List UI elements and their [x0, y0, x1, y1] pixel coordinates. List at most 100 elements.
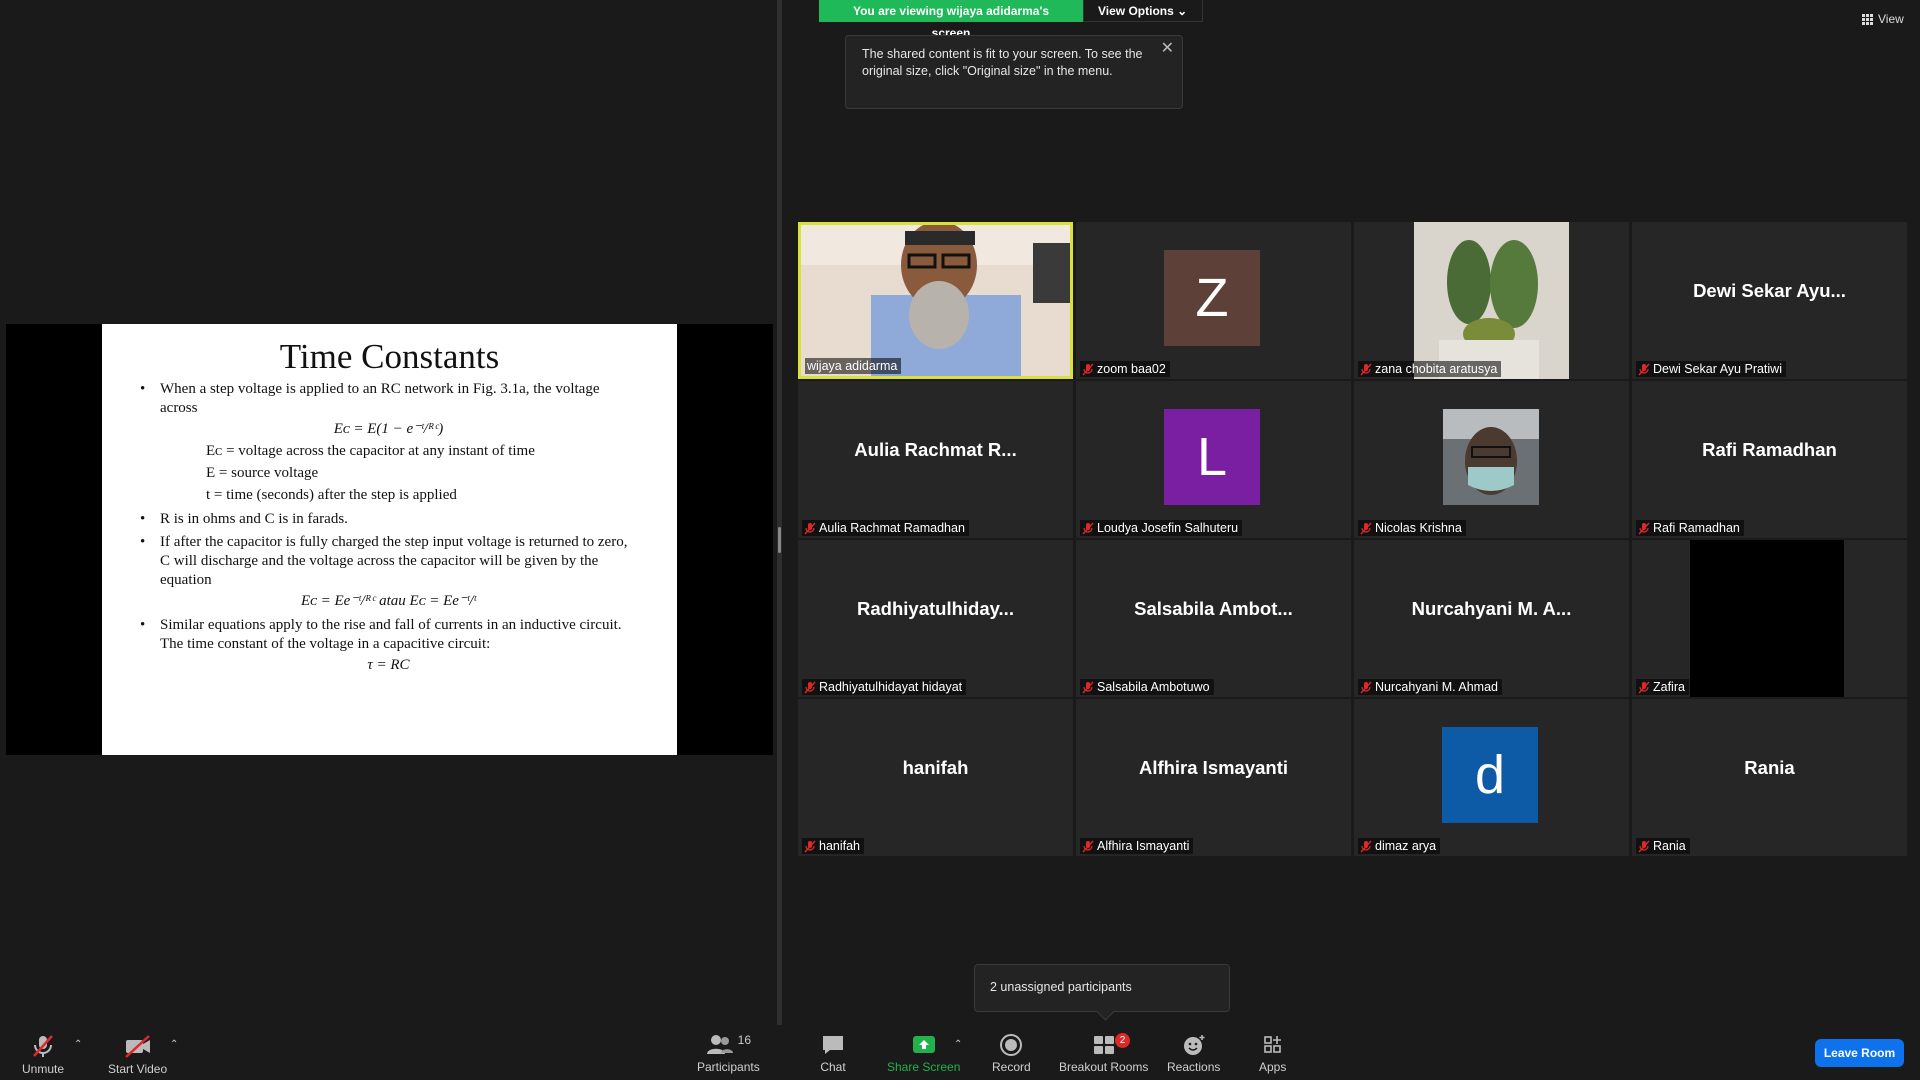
shared-screen-area: Time Constants When a step voltage is ap… — [0, 0, 777, 1025]
viewing-banner: You are viewing wijaya adidarma's screen… — [819, 0, 1203, 40]
participant-tile[interactable]: hanifah hanifah — [798, 699, 1073, 856]
mic-muted-icon — [804, 522, 816, 534]
gallery-view: wijaya adidarma Zzoom baa02 zana chobita a… — [798, 222, 1908, 856]
participant-display-name: Salsabila Ambot... — [1134, 598, 1293, 619]
participant-name: Nurcahyani M. Ahmad — [1375, 680, 1498, 694]
participant-name: hanifah — [819, 839, 861, 853]
share-screen-label: Share Screen — [887, 1060, 961, 1074]
chat-button[interactable]: Chat — [820, 1033, 846, 1074]
apps-button[interactable]: Apps — [1259, 1033, 1286, 1074]
participant-display-name: Rafi Ramadhan — [1702, 439, 1837, 460]
participant-video — [1354, 222, 1629, 379]
reactions-button[interactable]: Reactions — [1167, 1033, 1220, 1074]
participant-name-label: Rania — [1636, 838, 1690, 854]
participant-name-label: Loudya Josefin Salhuteru — [1080, 520, 1243, 536]
participant-tile[interactable]: Alfhira Ismayanti Alfhira Ismayanti — [1076, 699, 1351, 856]
mic-muted-icon — [804, 681, 816, 693]
participant-name-label: Dewi Sekar Ayu Pratiwi — [1636, 361, 1786, 377]
participant-tile[interactable]: Radhiyatulhiday... Radhiyatulhidayat hida… — [798, 540, 1073, 697]
mic-muted-icon — [33, 1035, 53, 1057]
view-button[interactable]: View — [1862, 12, 1904, 26]
participant-name: Zafira — [1653, 680, 1685, 694]
participant-name: Loudya Josefin Salhuteru — [1097, 521, 1239, 535]
start-video-label: Start Video — [108, 1062, 168, 1076]
participant-tile[interactable]: d dimaz arya — [1354, 699, 1629, 856]
participant-avatar: L — [1164, 409, 1260, 505]
participant-avatar: d — [1442, 727, 1538, 823]
participant-name: Nicolas Krishna — [1375, 521, 1462, 535]
participant-video — [1354, 381, 1629, 538]
participant-tile[interactable]: Nurcahyani M. A... Nurcahyani M. Ahmad — [1354, 540, 1629, 697]
video-off-icon — [124, 1035, 150, 1058]
participants-icon — [706, 1035, 733, 1054]
participants-button[interactable]: 16 Participants — [697, 1033, 760, 1074]
chat-icon — [823, 1036, 843, 1054]
participant-tile[interactable]: L Loudya Josefin Salhuteru — [1076, 381, 1351, 538]
mic-muted-icon — [1082, 522, 1094, 534]
participant-name: Radhiyatulhidayat hidayat — [819, 680, 963, 694]
shared-slide-frame: Time Constants When a step voltage is ap… — [6, 324, 773, 755]
slide-bullet-4: Similar equations apply to the rise and … — [140, 616, 637, 654]
participant-tile[interactable]: Rania Rania — [1632, 699, 1907, 856]
participant-tile[interactable]: wijaya adidarma — [798, 222, 1073, 379]
chevron-up-icon[interactable]: ⌃ — [170, 1039, 178, 1050]
apps-label: Apps — [1259, 1060, 1287, 1074]
breakout-rooms-button[interactable]: Breakout Rooms — [1059, 1033, 1148, 1074]
participant-name: wijaya adidarma — [807, 359, 898, 373]
participant-display-name: Nurcahyani M. A... — [1411, 598, 1572, 619]
participant-tile[interactable]: Dewi Sekar Ayu... Dewi Sekar Ayu Pratiwi — [1632, 222, 1907, 379]
meeting-toolbar: Unmute ⌃ Start Video ⌃ 16 Participants C… — [0, 1025, 1920, 1080]
participant-tile[interactable]: Rafi Ramadhan Rafi Ramadhan — [1632, 381, 1907, 538]
grid-view-icon — [1862, 13, 1873, 25]
participant-name: Salsabila Ambotuwo — [1097, 680, 1210, 694]
tooltip-text: The shared content is fit to your screen… — [862, 47, 1143, 78]
zoom-meeting-window: Time Constants When a step voltage is ap… — [0, 0, 1920, 1080]
breakout-rooms-icon — [1093, 1036, 1114, 1054]
participant-tile[interactable]: Salsabila Ambot... Salsabila Ambotuwo — [1076, 540, 1351, 697]
start-video-button[interactable]: Start Video — [108, 1033, 167, 1076]
unmute-label: Unmute — [22, 1062, 65, 1076]
participant-name-label: wijaya adidarma — [805, 358, 902, 374]
breakout-rooms-label: Breakout Rooms — [1059, 1060, 1149, 1074]
mic-muted-icon — [1638, 840, 1650, 852]
participant-name-label: Salsabila Ambotuwo — [1080, 679, 1214, 695]
close-icon[interactable]: ✕ — [1161, 40, 1174, 57]
participant-tile[interactable]: Zzoom baa02 — [1076, 222, 1351, 379]
slide-title: Time Constants — [279, 337, 500, 376]
slide-equation-3: τ = RC — [367, 657, 410, 673]
mic-muted-icon — [1638, 681, 1650, 693]
participant-tile[interactable]: Aulia Rachmat R... Aulia Rachmat Ramadhan — [798, 381, 1073, 538]
viewing-screen-label: You are viewing wijaya adidarma's screen — [819, 0, 1083, 40]
participant-name-label: Alfhira Ismayanti — [1080, 838, 1194, 854]
participant-name: Rafi Ramadhan — [1653, 521, 1740, 535]
participant-name-label: Zafira — [1636, 679, 1689, 695]
participant-tile[interactable]: Zafira — [1632, 540, 1907, 697]
mic-muted-icon — [1360, 522, 1372, 534]
chevron-up-icon[interactable]: ⌃ — [74, 1039, 82, 1050]
record-label: Record — [992, 1060, 1031, 1074]
participant-tile[interactable]: zana chobita aratusya — [1354, 222, 1629, 379]
leave-room-button[interactable]: Leave Room — [1815, 1039, 1904, 1067]
participant-display-name: Alfhira Ismayanti — [1138, 757, 1289, 778]
record-button[interactable]: Record — [992, 1033, 1031, 1074]
participant-name-label: Nicolas Krishna — [1358, 520, 1466, 536]
participant-display-name: hanifah — [902, 757, 969, 778]
participants-count: 16 — [737, 1033, 752, 1047]
participant-display-name: Radhiyatulhiday... — [857, 598, 1014, 619]
participant-name: Alfhira Ismayanti — [1097, 839, 1190, 853]
unassigned-participants-tooltip: 2 unassigned participants — [974, 964, 1230, 1012]
slide-definition-3: t = time (seconds) after the step is app… — [206, 487, 457, 503]
participant-name-label: dimaz arya — [1358, 838, 1441, 854]
divider-grip[interactable] — [778, 527, 781, 553]
share-screen-button[interactable]: Share Screen — [887, 1033, 960, 1074]
unmute-button[interactable]: Unmute — [22, 1033, 64, 1076]
split-view-divider[interactable] — [777, 0, 782, 1025]
chevron-up-icon[interactable]: ⌃ — [954, 1039, 962, 1050]
record-icon — [1000, 1034, 1023, 1056]
participant-display-name: Dewi Sekar Ayu... — [1693, 280, 1846, 301]
view-button-label: View — [1878, 12, 1904, 26]
participant-tile[interactable]: Nicolas Krishna — [1354, 381, 1629, 538]
mic-muted-icon — [1082, 681, 1094, 693]
chat-label: Chat — [820, 1060, 846, 1074]
view-options-button[interactable]: View Options ⌄ — [1083, 0, 1203, 22]
